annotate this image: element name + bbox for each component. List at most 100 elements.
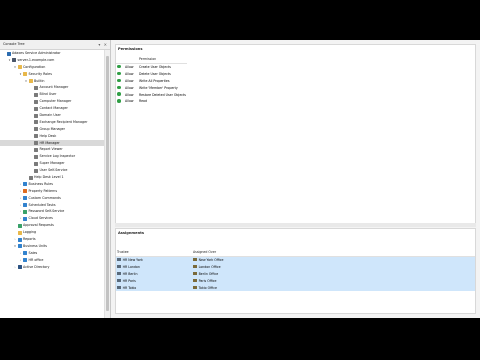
expand-arrow-icon[interactable]: › bbox=[19, 195, 23, 202]
tree-node-label: Business Units bbox=[23, 243, 48, 248]
permission-row[interactable]: Allow Delete User Objects bbox=[116, 71, 187, 78]
tree-node[interactable]: Super Manager bbox=[0, 160, 105, 167]
pane-splitter[interactable] bbox=[115, 223, 476, 227]
tree-node[interactable]: Help Desk Level 1 bbox=[0, 174, 105, 181]
tree-node-label: Blind User bbox=[39, 92, 57, 97]
role-node-icon bbox=[34, 161, 38, 166]
tree-node[interactable]: Help Desk bbox=[0, 133, 105, 140]
expand-arrow-icon[interactable]: › bbox=[19, 202, 23, 209]
orange-node-icon bbox=[23, 189, 27, 194]
tree-node[interactable]: HR Manager bbox=[0, 139, 105, 147]
tree-node[interactable]: › Active Directory bbox=[0, 264, 105, 271]
permissions-section: Permissions Permission Allow Create User … bbox=[115, 44, 476, 224]
permission-allow: Allow bbox=[125, 64, 134, 69]
expand-arrow-icon[interactable]: › bbox=[19, 208, 23, 215]
expand-arrow-icon[interactable]: › bbox=[13, 264, 17, 271]
tree-node[interactable]: ▾ Business Units bbox=[0, 243, 105, 250]
tree-node[interactable]: › Reports bbox=[0, 236, 105, 243]
assign-col-assigned-over[interactable]: Assigned Over bbox=[192, 249, 475, 257]
tree-node[interactable]: Service Log Inspector bbox=[0, 153, 105, 160]
blue-node-icon bbox=[17, 244, 22, 249]
assignment-row[interactable]: HR Berlin Berlin Office bbox=[116, 270, 475, 278]
tree-node[interactable]: Blind User bbox=[0, 91, 105, 98]
allow-check-icon bbox=[117, 99, 121, 103]
tree-scrollbar-thumb[interactable] bbox=[106, 56, 109, 311]
trustee-name: HR London bbox=[122, 264, 140, 269]
assignment-row[interactable]: HR Tokio Tokio Office bbox=[116, 284, 475, 292]
panel-controls[interactable]: ▾ ✕ bbox=[98, 40, 108, 49]
tree-node[interactable]: Computer Manager bbox=[0, 98, 105, 105]
tree-node[interactable]: Exchange Recipient Manager bbox=[0, 119, 105, 126]
perm-col-allow bbox=[124, 56, 138, 64]
role-icon bbox=[117, 265, 121, 269]
assignment-row[interactable]: HR Paris Paris Office bbox=[116, 277, 475, 285]
role-node-icon bbox=[28, 175, 33, 180]
permission-name: Write All Properties bbox=[139, 78, 170, 83]
tree-node-label: Super Manager bbox=[39, 161, 65, 166]
expand-arrow-icon[interactable]: ▾ bbox=[8, 57, 12, 64]
expand-arrow-icon[interactable]: ▾ bbox=[13, 243, 17, 250]
tree-node[interactable]: Contact Manager bbox=[0, 105, 105, 112]
assigned-over-cell: Tokio Office bbox=[192, 284, 475, 292]
expand-arrow-icon[interactable]: › bbox=[19, 250, 23, 257]
trustee-cell: HR Tokio bbox=[116, 284, 192, 292]
tree-node[interactable]: › Password Self-Service bbox=[0, 208, 105, 215]
tree-scrollbar[interactable] bbox=[104, 50, 110, 318]
tree-node-label: server-1.example.com bbox=[17, 57, 55, 62]
permission-row[interactable]: Allow Create User Objects bbox=[116, 63, 187, 70]
ou-icon bbox=[193, 258, 197, 262]
permission-row[interactable]: Allow Read bbox=[116, 98, 187, 105]
tree-node[interactable]: ▾ Security Roles bbox=[0, 71, 105, 78]
expand-arrow-icon[interactable]: ▾ bbox=[24, 78, 28, 85]
role-node-icon bbox=[34, 147, 38, 152]
tree-node-label: Help Desk bbox=[39, 133, 57, 138]
tree-node[interactable]: › Custom Commands bbox=[0, 195, 105, 202]
tree-node[interactable]: Logging bbox=[0, 229, 105, 236]
expand-arrow-icon[interactable]: › bbox=[19, 181, 23, 188]
tree-node[interactable]: › Business Rules bbox=[0, 181, 105, 188]
assigned-over-name: London Office bbox=[198, 264, 221, 269]
green-node-icon bbox=[17, 223, 22, 228]
role-node-icon bbox=[34, 99, 38, 104]
tree-node[interactable]: ▾ server-1.example.com bbox=[0, 57, 105, 64]
tree-node[interactable]: › Property Patterns bbox=[0, 188, 105, 195]
tree-node[interactable]: User Self-Service bbox=[0, 167, 105, 174]
tree-node-label: Custom Commands bbox=[28, 195, 61, 200]
tree-node[interactable]: › Sales bbox=[0, 250, 105, 257]
assignment-row[interactable]: HR London London Office bbox=[116, 263, 475, 271]
expand-arrow-icon[interactable]: ▾ bbox=[19, 71, 23, 78]
expand-arrow-icon[interactable]: › bbox=[13, 236, 17, 243]
role-icon bbox=[117, 258, 121, 262]
expand-arrow-icon[interactable]: › bbox=[19, 215, 23, 222]
expand-arrow-icon[interactable]: ▾ bbox=[13, 64, 17, 71]
expand-arrow-icon[interactable]: › bbox=[19, 257, 23, 264]
permission-row[interactable]: Allow Write 'Member' Property bbox=[116, 85, 187, 92]
permission-row[interactable]: Allow Restore Deleted User Objects bbox=[116, 92, 187, 99]
trustee-cell: HR New York bbox=[116, 256, 192, 264]
tree-node-label: Password Self-Service bbox=[28, 209, 65, 214]
permission-row[interactable]: Allow Write All Properties bbox=[116, 78, 187, 85]
tree-node[interactable]: Report Viewer bbox=[0, 146, 105, 153]
tree-node[interactable]: Account Manager bbox=[0, 84, 105, 91]
ou-icon bbox=[193, 285, 197, 289]
tree-node[interactable]: ▾ Configuration bbox=[0, 64, 105, 71]
allow-check-icon bbox=[117, 78, 121, 83]
tree-node[interactable]: › Cloud Services bbox=[0, 215, 105, 222]
allow-check-cell bbox=[116, 92, 124, 99]
expand-arrow-icon[interactable]: › bbox=[19, 188, 23, 195]
assigned-over-name: Tokio Office bbox=[198, 285, 217, 290]
assignment-row[interactable]: HR New York New York Office bbox=[116, 256, 475, 264]
tree-node-label: User Self-Service bbox=[39, 168, 68, 173]
tree-node-label: Approval Requests bbox=[23, 223, 54, 228]
tree-node[interactable]: Approval Requests bbox=[0, 222, 105, 229]
tree-node[interactable]: › Scheduled Tasks bbox=[0, 202, 105, 209]
assign-col-trustee[interactable]: Trustee bbox=[116, 249, 192, 257]
tree-node-label: Security Roles bbox=[28, 71, 52, 76]
tree-node[interactable]: › HR office bbox=[0, 257, 105, 264]
tree-node[interactable]: Adaxes Service Administrator bbox=[0, 50, 105, 57]
tree-node[interactable]: Domain User bbox=[0, 112, 105, 119]
tree-node[interactable]: ▾ Builtin bbox=[0, 78, 105, 85]
tree-node[interactable]: Group Manager bbox=[0, 126, 105, 133]
assigned-over-cell: New York Office bbox=[192, 256, 475, 264]
perm-col-permission[interactable]: Permission bbox=[138, 56, 187, 64]
